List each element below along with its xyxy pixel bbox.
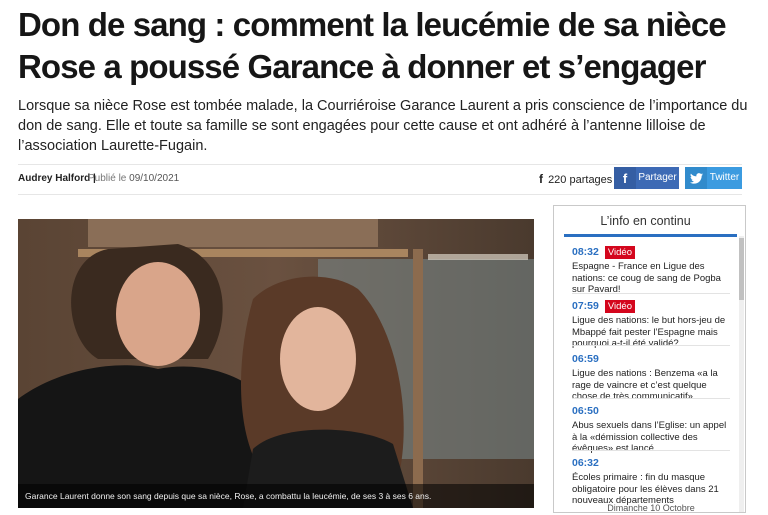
twitter-share-label: Twitter: [709, 172, 740, 183]
photo-caption: Garance Laurent donne son sang depuis qu…: [18, 484, 534, 508]
video-tag: Vidéo: [604, 246, 635, 259]
cabinet-frame: [413, 249, 423, 508]
article-meta-bar: Audrey Halford | Publié le 09/10/2021 f …: [18, 164, 742, 195]
news-item[interactable]: 08:32 Vidéo Espagne - France en Ligue des…: [572, 242, 730, 296]
news-time: 07:59: [572, 300, 599, 312]
news-feed-sidebar: L’info en continu 08:32 Vidéo Espagne - F…: [553, 205, 746, 513]
face-left: [116, 262, 200, 366]
photo-illustration: [18, 219, 534, 508]
sidebar-title-rule: [564, 234, 737, 237]
article-headline: Don de sang : comment la leucémie de sa …: [18, 6, 727, 85]
news-separator: [572, 293, 730, 294]
facebook-share-label: Partager: [638, 172, 677, 183]
news-item[interactable]: 07:59 Vidéo Ligue des nations: le but hor…: [572, 296, 730, 350]
share-count-value: 220: [548, 174, 567, 186]
share-count: f 220 partages: [539, 172, 612, 186]
sidebar-title: L’info en continu: [600, 214, 691, 228]
news-item[interactable]: 06:59 Ligue des nations : Benzema «a la …: [572, 349, 730, 403]
video-tag: Vidéo: [604, 300, 635, 313]
news-time: 06:59: [572, 353, 599, 365]
author-name[interactable]: Audrey Halford |: [18, 173, 96, 184]
shelf-top: [88, 219, 378, 247]
facebook-share-count-icon: f: [539, 172, 543, 186]
news-time: 08:32: [572, 246, 599, 258]
news-item[interactable]: 06:32 Écoles primaire : fin du masque ob…: [572, 453, 730, 507]
twitter-icon: [685, 167, 707, 189]
published-label: Publié le: [88, 173, 127, 184]
scrollbar-thumb[interactable]: [739, 238, 744, 300]
article-photo[interactable]: Garance Laurent donne son sang depuis qu…: [18, 219, 534, 508]
publish-info: Publié le 09/10/2021: [88, 173, 179, 184]
news-headline[interactable]: Écoles primaire : fin du masque obligato…: [572, 472, 730, 507]
facebook-icon: f: [614, 167, 636, 189]
news-time: 06:50: [572, 405, 599, 417]
news-separator: [572, 450, 730, 451]
cabinet-light: [428, 254, 528, 260]
share-count-label: partages: [569, 174, 613, 186]
face-right: [280, 307, 356, 411]
twitter-share-button[interactable]: Twitter: [685, 167, 742, 189]
facebook-share-button[interactable]: f Partager: [614, 167, 679, 189]
day-divider: Dimanche 10 Octobre: [607, 503, 695, 513]
news-item[interactable]: 06:50 Abus sexuels dans l’Eglise: un app…: [572, 401, 730, 455]
sidebar-scrollbar[interactable]: [739, 236, 744, 512]
news-separator: [572, 398, 730, 399]
article-lead: Lorsque sa nièce Rose est tombée malade,…: [18, 98, 748, 154]
news-headline[interactable]: Espagne - France en Ligue des nations: c…: [572, 261, 730, 296]
news-time: 06:32: [572, 457, 599, 469]
published-date: 09/10/2021: [129, 173, 180, 184]
news-separator: [572, 345, 730, 346]
